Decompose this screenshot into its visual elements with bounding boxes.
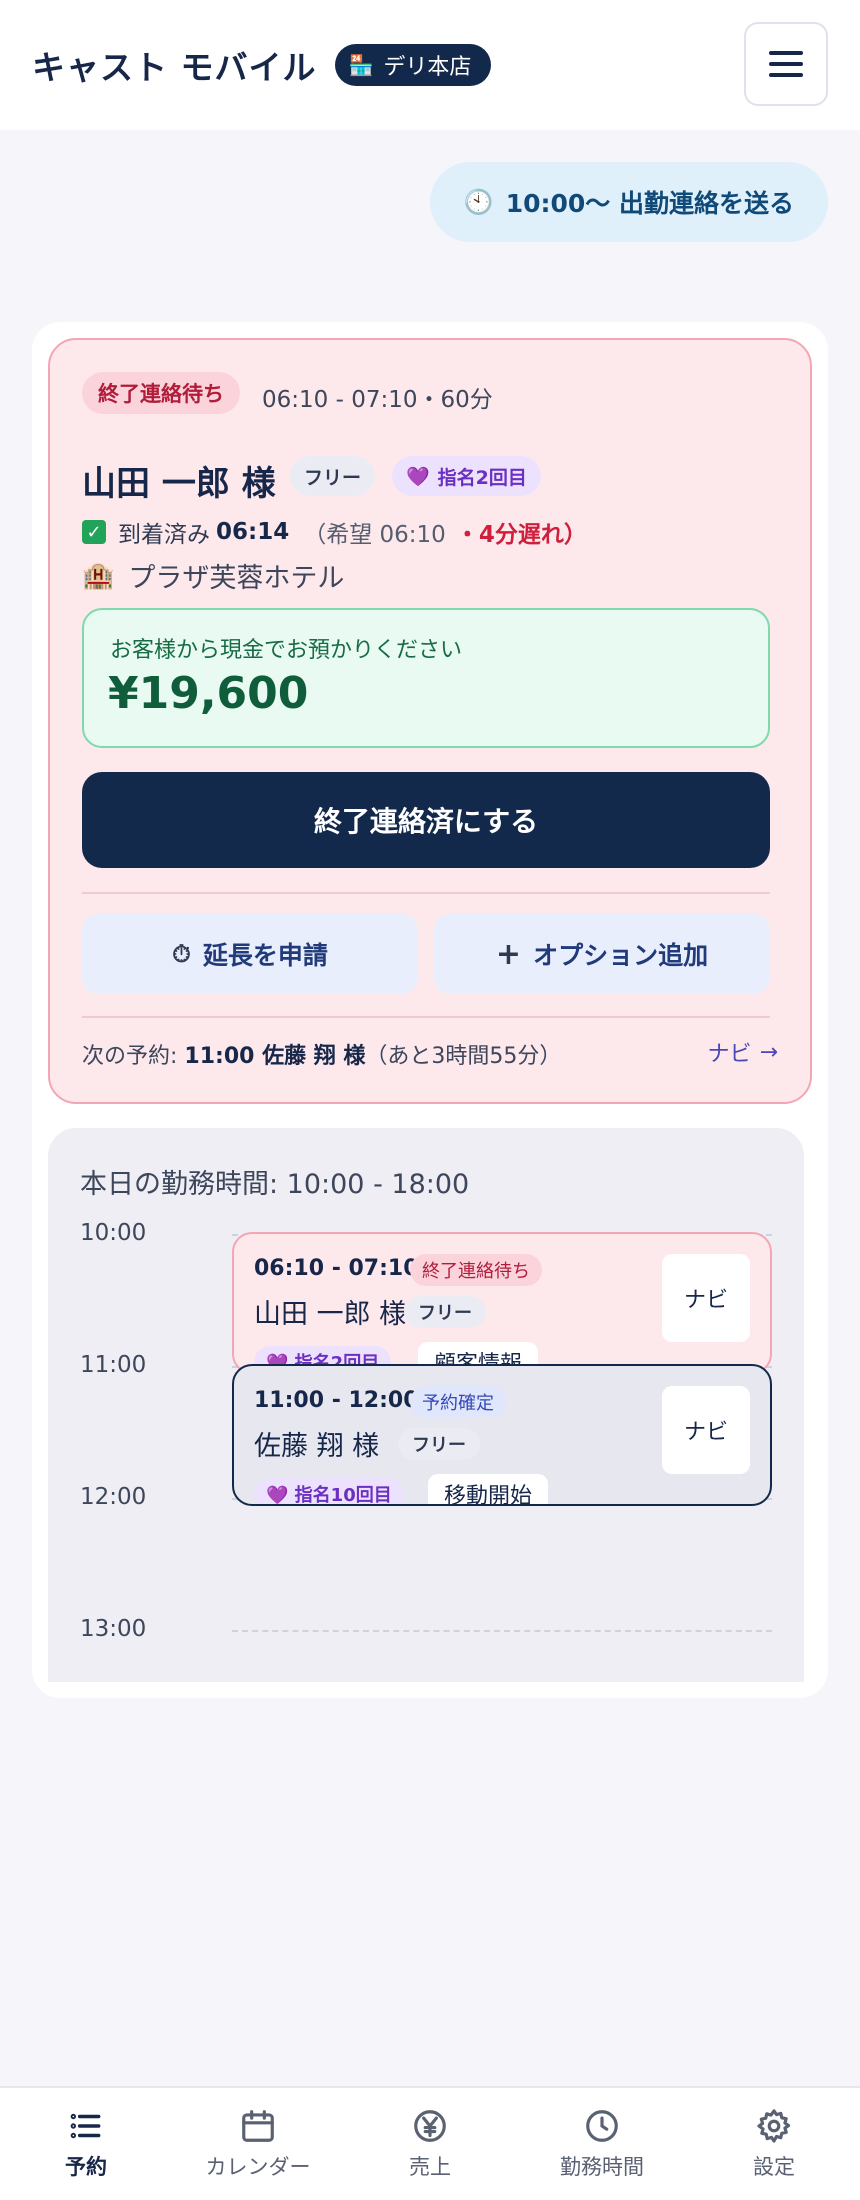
store-icon: 🏪	[348, 53, 374, 77]
clock-icon: 🕙	[463, 188, 494, 216]
nomination-tag: 💜 指名2回目	[392, 456, 541, 496]
hotel-name: プラザ芙蓉ホテル	[128, 563, 345, 594]
nav-tab-label: 予約	[65, 2155, 107, 2179]
gear-icon	[757, 2109, 791, 2143]
navigation-link-label: ナビ	[707, 1042, 752, 1067]
nav-tab-work-hours[interactable]: 勤務時間	[516, 2088, 688, 2200]
send-clock-in-button[interactable]: 🕙 10:00〜 出勤連絡を送る	[429, 162, 828, 242]
next-booking-prefix: 次の予約:	[82, 1044, 185, 1069]
arrival-time: 06:14	[216, 519, 290, 545]
send-clock-in-label: 10:00〜 出勤連絡を送る	[505, 189, 794, 218]
nav-tab-sales[interactable]: 売上	[344, 2088, 516, 2200]
free-tag: フリー	[404, 1296, 486, 1328]
request-extension-button[interactable]: ⏱ 延長を申請	[82, 914, 418, 994]
hour-label: 11:00	[80, 1352, 147, 1378]
navigation-link[interactable]: ナビ →	[708, 1036, 778, 1068]
arrow-right-icon: →	[759, 1039, 778, 1065]
cash-collection-box: お客様から現金でお預かりください ¥19,600	[82, 608, 770, 748]
nav-tab-label: カレンダー	[205, 2155, 311, 2179]
nomination-tag: 💜 指名10回目	[254, 1478, 404, 1504]
free-tag: フリー	[290, 456, 376, 496]
add-option-label: オプション追加	[533, 941, 709, 970]
store-badge: 🏪 デリ本店	[334, 44, 492, 86]
hamburger-icon-bar	[769, 62, 803, 66]
nav-tab-settings[interactable]: 設定	[688, 2088, 860, 2200]
divider	[82, 892, 770, 894]
stopwatch-icon: ⏱	[172, 940, 191, 968]
next-booking-info: 次の予約: 11:00 佐藤 翔 様（あと3時間55分）	[82, 1038, 561, 1070]
booking-time-range: 06:10 - 07:10・60分	[262, 387, 493, 413]
hotel-icon: 🏨	[82, 560, 115, 591]
cash-label: お客様から現金でお預かりください	[110, 638, 463, 663]
add-option-button[interactable]: + オプション追加	[434, 914, 770, 994]
hamburger-icon-bar	[769, 73, 803, 77]
customer-name: 山田 一郎 様	[82, 464, 276, 504]
nav-tab-label: 売上	[409, 2155, 451, 2179]
app-title: キャスト モバイル	[32, 48, 317, 87]
hour-label: 10:00	[80, 1220, 147, 1246]
appointment-customer-name: 山田 一郎 様	[254, 1299, 407, 1330]
check-icon: ✓	[82, 520, 106, 544]
appointment-card[interactable]: 11:00 - 12:00 予約確定 佐藤 翔 様 フリー 💜 指名10回目 移…	[232, 1364, 772, 1506]
hour-label: 13:00	[80, 1616, 147, 1642]
appointment-time: 06:10 - 07:10	[254, 1256, 419, 1281]
status-badge: 終了連絡待ち	[82, 372, 240, 414]
bottom-navigation: 予約 カレンダー 売上 勤務時間 設定	[0, 2086, 860, 2200]
list-icon	[70, 2113, 101, 2139]
hour-gridline	[232, 1630, 772, 1632]
nomination-label: 指名2回目	[437, 466, 527, 489]
request-extension-label: 延長を申請	[202, 941, 328, 970]
next-booking-remaining: （あと3時間55分）	[365, 1044, 562, 1069]
cash-amount: ¥19,600	[108, 668, 309, 719]
hour-label: 12:00	[80, 1484, 147, 1510]
nav-tab-bookings[interactable]: 予約	[0, 2088, 172, 2200]
work-hours: 本日の勤務時間: 10:00 - 18:00	[80, 1169, 470, 1200]
arrival-status: ✓ 到着済み 06:14 （希望 06:10 ・4分遅れ）	[82, 515, 587, 549]
heart-icon: 💜	[406, 465, 430, 488]
clock-icon	[586, 2110, 618, 2142]
appointment-status-badge: 予約確定	[410, 1386, 506, 1418]
nav-tab-calendar[interactable]: カレンダー	[172, 2088, 344, 2200]
mark-complete-button[interactable]: 終了連絡済にする	[82, 772, 770, 868]
store-name: デリ本店	[383, 55, 472, 80]
arrival-label: 到着済み	[118, 522, 210, 548]
nav-tab-label: 設定	[753, 2155, 795, 2179]
main-panel: 終了連絡待ち 06:10 - 07:10・60分 山田 一郎 様 フリー 💜 指…	[32, 322, 828, 1698]
appointment-customer-name: 佐藤 翔 様	[254, 1431, 380, 1462]
navigation-button[interactable]: ナビ	[662, 1254, 750, 1342]
late-text: ・4分遅れ）	[455, 522, 587, 548]
next-booking-detail: 11:00 佐藤 翔 様	[184, 1044, 366, 1069]
appointment-card[interactable]: 06:10 - 07:10 終了連絡待ち 山田 一郎 様 フリー 💜 指名2回目…	[232, 1232, 772, 1374]
free-tag: フリー	[398, 1428, 480, 1460]
divider	[82, 1016, 770, 1018]
current-booking-card: 終了連絡待ち 06:10 - 07:10・60分 山田 一郎 様 フリー 💜 指…	[48, 338, 812, 1104]
yen-icon	[414, 2110, 446, 2142]
plus-icon: +	[495, 936, 522, 972]
schedule-timeline: 本日の勤務時間: 10:00 - 18:00 10:00 11:00 12:00…	[48, 1128, 804, 1682]
hamburger-menu-button[interactable]	[744, 22, 828, 106]
hamburger-icon-bar	[769, 51, 803, 55]
appointment-status-badge: 終了連絡待ち	[410, 1254, 542, 1286]
navigation-button[interactable]: ナビ	[662, 1386, 750, 1474]
hotel-location: 🏨 プラザ芙蓉ホテル	[82, 556, 344, 595]
app-header: キャスト モバイル 🏪 デリ本店	[0, 0, 860, 130]
nav-tab-label: 勤務時間	[560, 2155, 644, 2179]
start-travel-button[interactable]: 移動開始	[428, 1474, 549, 1504]
desired-time: （希望 06:10	[303, 522, 446, 548]
appointment-time: 11:00 - 12:00	[254, 1388, 419, 1413]
calendar-icon	[242, 2110, 274, 2142]
